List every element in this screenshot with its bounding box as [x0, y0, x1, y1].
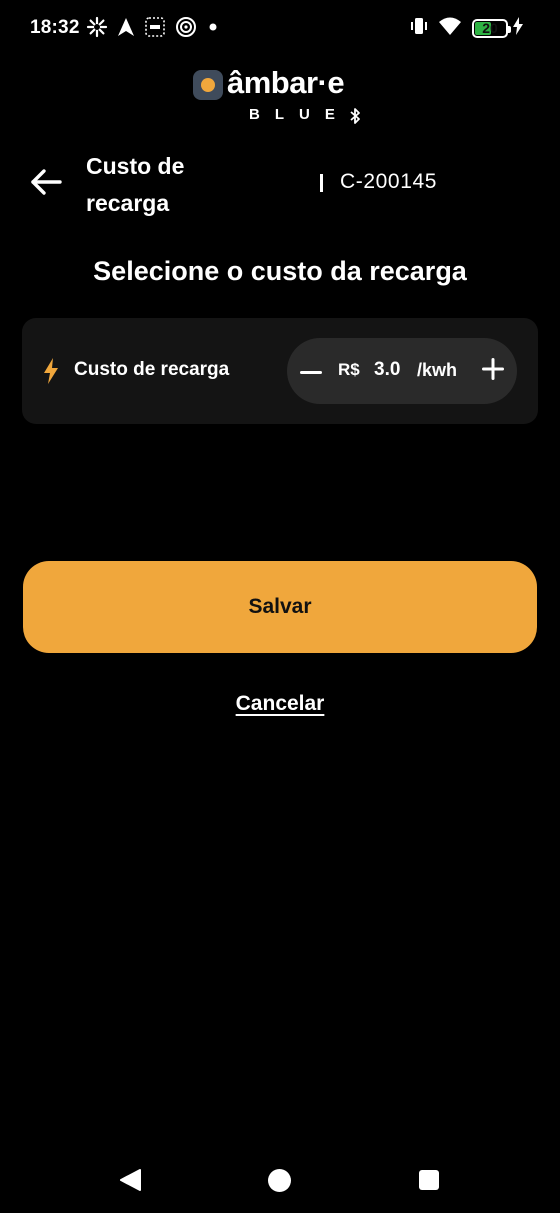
cost-value[interactable]: 3.0: [374, 359, 400, 381]
cost-label: Custo de recarga: [74, 359, 230, 380]
increase-button[interactable]: [478, 356, 508, 386]
nav-home-icon[interactable]: [268, 1169, 291, 1192]
pinwheel-icon: [86, 16, 108, 38]
currency-label: R$: [338, 360, 360, 379]
logo-sub: BLUE: [249, 106, 350, 123]
cancel-link[interactable]: Cancelar: [0, 692, 560, 716]
cost-card: Custo de recarga R$ 3.0 /kwh: [22, 318, 538, 424]
separator: [320, 174, 323, 192]
vpn-box-icon: [144, 16, 166, 38]
section-heading: Selecione o custo da recarga: [93, 256, 467, 286]
wifi-icon: [438, 16, 462, 41]
battery-icon: 20: [472, 19, 511, 38]
unit-label: /kwh: [417, 360, 458, 380]
navigation-arrow-icon: [117, 17, 135, 37]
battery-level: 20: [482, 20, 498, 36]
lightning-bolt-icon: [42, 357, 60, 390]
battery-tip: [508, 26, 511, 33]
arrow-left-icon: [29, 167, 63, 202]
decrease-button[interactable]: [296, 356, 326, 386]
save-button[interactable]: Salvar: [23, 561, 537, 653]
spiral-icon: [175, 16, 197, 38]
app-logo: âmbar·e BLUE: [193, 65, 373, 126]
status-bar: 18:32 20: [0, 0, 560, 56]
page-title: Custo de recarga: [86, 153, 185, 216]
nav-back-icon[interactable]: [118, 1168, 142, 1197]
cost-stepper[interactable]: R$ 3.0 /kwh: [287, 338, 517, 404]
nav-recents-icon[interactable]: [419, 1170, 439, 1190]
minus-icon: [300, 362, 322, 380]
vibrate-icon: [410, 16, 428, 41]
charging-bolt-icon: [512, 17, 524, 40]
dot-icon: [206, 16, 220, 38]
amber-drop-icon: [193, 70, 223, 100]
back-button[interactable]: [26, 164, 66, 204]
bluetooth-icon: [349, 107, 361, 130]
plus-icon: [482, 357, 504, 385]
status-time: 18:32: [30, 17, 80, 38]
status-icons-left: [86, 16, 220, 38]
logo-word: âmbar·e: [227, 65, 345, 100]
status-icons-right: 20: [410, 16, 524, 41]
device-id: C-200145: [340, 170, 438, 193]
